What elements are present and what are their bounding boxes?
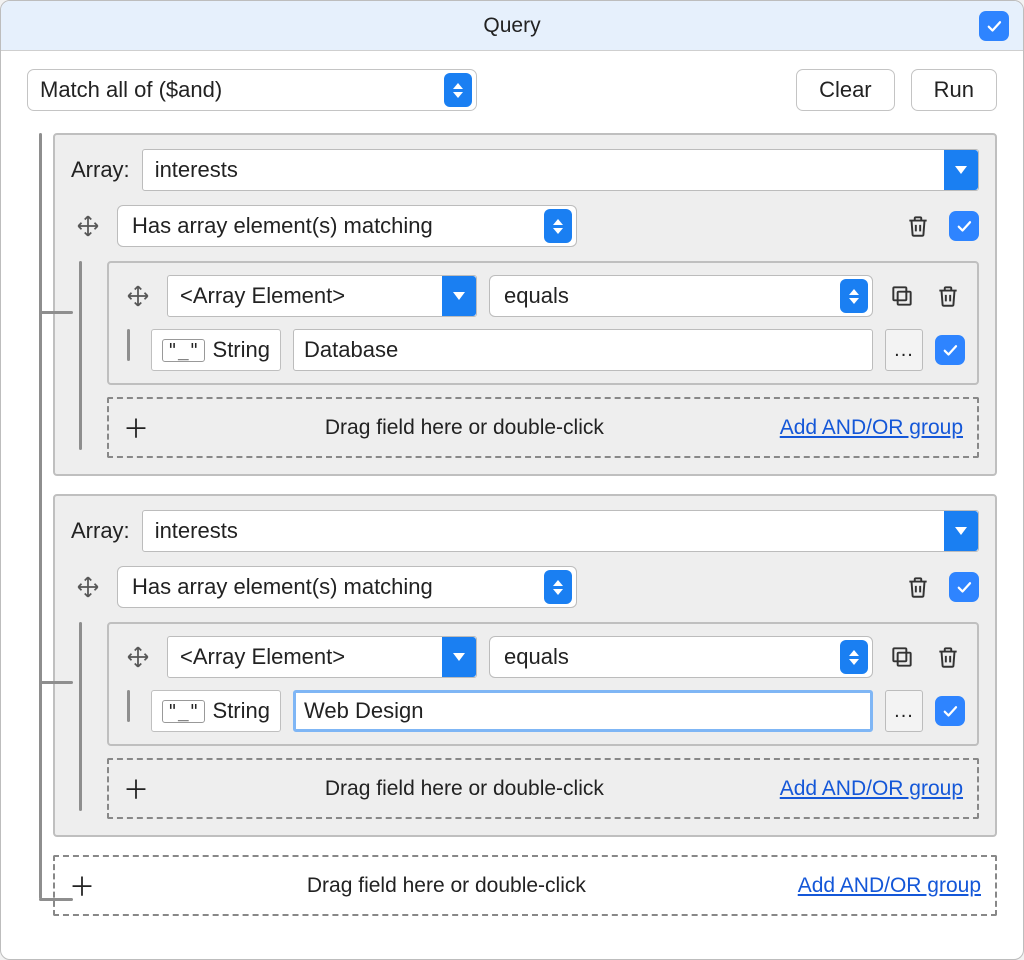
move-handle-icon[interactable] [71, 570, 105, 604]
match-operator-select[interactable]: Has array element(s) matching [117, 566, 577, 608]
clear-button[interactable]: Clear [796, 69, 895, 111]
comparison-select[interactable]: equals [489, 275, 873, 317]
array-label: Array: [71, 518, 130, 544]
array-field-value: interests [155, 157, 944, 183]
chevron-down-icon [944, 150, 978, 190]
window-title: Query [483, 14, 540, 38]
titlebar-toggle[interactable] [979, 11, 1009, 41]
chevron-down-icon [944, 511, 978, 551]
value-input-text: Web Design [304, 698, 423, 724]
match-operator-select[interactable]: Has array element(s) matching [117, 205, 577, 247]
copy-button[interactable] [885, 279, 919, 313]
delete-button[interactable] [931, 279, 965, 313]
add-group-link[interactable]: Add AND/OR group [780, 416, 963, 440]
condition-panel: <Array Element> equals [107, 261, 979, 385]
copy-button[interactable] [885, 640, 919, 674]
move-handle-icon[interactable] [71, 209, 105, 243]
field-select-label: <Array Element> [180, 644, 442, 670]
type-label: String [213, 698, 270, 724]
enable-toggle[interactable] [935, 335, 965, 365]
tree-trunk [27, 133, 53, 939]
type-mini-icon: "_" [162, 700, 205, 723]
enable-toggle[interactable] [935, 696, 965, 726]
enable-toggle[interactable] [949, 572, 979, 602]
more-button[interactable]: ... [885, 690, 923, 732]
type-chip[interactable]: "_" String [151, 329, 281, 371]
stepper-icon [840, 640, 868, 674]
delete-button[interactable] [901, 570, 935, 604]
move-handle-icon[interactable] [121, 279, 155, 313]
array-label: Array: [71, 157, 130, 183]
comparison-label: equals [504, 644, 836, 670]
group-panel: Array: interests Has array element(s) ma… [53, 494, 997, 837]
match-operator-label: Has array element(s) matching [132, 213, 540, 239]
condition-panel: <Array Element> equals [107, 622, 979, 746]
plus-icon: ＋ [123, 770, 149, 807]
delete-button[interactable] [901, 209, 935, 243]
type-mini-icon: "_" [162, 339, 205, 362]
comparison-select[interactable]: equals [489, 636, 873, 678]
top-controls: Match all of ($and) Clear Run [27, 69, 997, 111]
dropzone[interactable]: ＋ Drag field here or double-click Add AN… [107, 758, 979, 819]
type-label: String [213, 337, 270, 363]
dropzone-hint: Drag field here or double-click [163, 777, 766, 801]
field-select[interactable]: <Array Element> [167, 636, 477, 678]
field-select[interactable]: <Array Element> [167, 275, 477, 317]
chevron-down-icon [442, 637, 476, 677]
run-button-label: Run [934, 77, 974, 103]
type-chip[interactable]: "_" String [151, 690, 281, 732]
field-select-label: <Array Element> [180, 283, 442, 309]
tree-branches: Array: interests Has array element(s) ma… [53, 133, 997, 939]
group-panel: Array: interests Has array element(s) ma… [53, 133, 997, 476]
match-mode-label: Match all of ($and) [40, 77, 440, 103]
content-area: Match all of ($and) Clear Run [1, 51, 1023, 959]
stepper-icon [444, 73, 472, 107]
ellipsis-icon: ... [894, 339, 914, 362]
clear-button-label: Clear [819, 77, 872, 103]
add-group-link[interactable]: Add AND/OR group [780, 777, 963, 801]
dropzone-hint: Drag field here or double-click [163, 416, 766, 440]
array-field-select[interactable]: interests [142, 510, 979, 552]
run-button[interactable]: Run [911, 69, 997, 111]
dropzone[interactable]: ＋ Drag field here or double-click Add AN… [107, 397, 979, 458]
plus-icon: ＋ [123, 409, 149, 446]
comparison-label: equals [504, 283, 836, 309]
query-tree: Array: interests Has array element(s) ma… [27, 133, 997, 939]
array-field-select[interactable]: interests [142, 149, 979, 191]
dropzone-hint: Drag field here or double-click [109, 874, 784, 898]
array-field-value: interests [155, 518, 944, 544]
more-button[interactable]: ... [885, 329, 923, 371]
value-input-text: Database [304, 337, 398, 363]
query-builder-window: Query Match all of ($and) Clear Run [0, 0, 1024, 960]
stepper-icon [840, 279, 868, 313]
stepper-icon [544, 209, 572, 243]
add-group-link[interactable]: Add AND/OR group [798, 874, 981, 898]
stepper-icon [544, 570, 572, 604]
enable-toggle[interactable] [949, 211, 979, 241]
match-mode-select[interactable]: Match all of ($and) [27, 69, 477, 111]
titlebar: Query [1, 1, 1023, 51]
value-input[interactable]: Web Design [293, 690, 873, 732]
move-handle-icon[interactable] [121, 640, 155, 674]
chevron-down-icon [442, 276, 476, 316]
match-operator-label: Has array element(s) matching [132, 574, 540, 600]
value-input[interactable]: Database [293, 329, 873, 371]
ellipsis-icon: ... [894, 700, 914, 723]
delete-button[interactable] [931, 640, 965, 674]
root-dropzone[interactable]: ＋ Drag field here or double-click Add AN… [53, 855, 997, 916]
